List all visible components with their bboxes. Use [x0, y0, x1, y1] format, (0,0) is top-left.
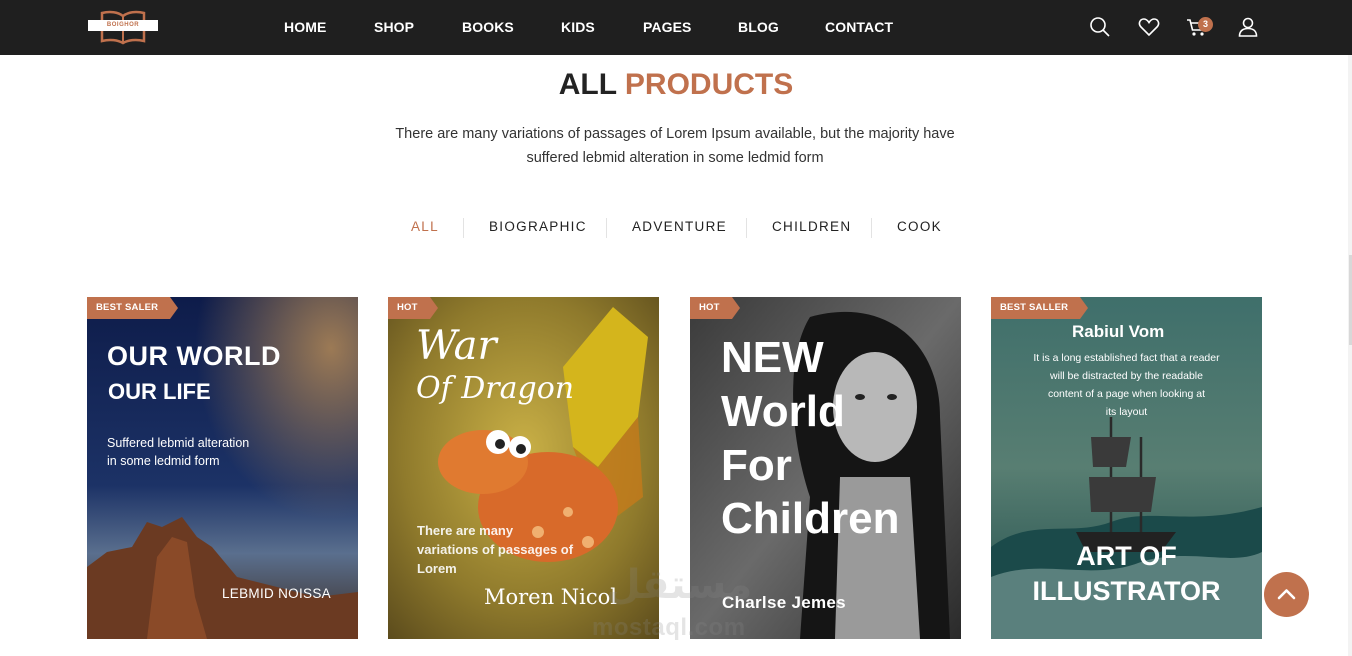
filter-adventure[interactable]: ADVENTURE	[632, 219, 727, 234]
cover-title-line-1: ART OF	[1076, 541, 1177, 571]
cart-count-badge: 3	[1198, 17, 1213, 32]
product-badge: HOT	[388, 297, 438, 319]
logo-text: BOIGHOR	[88, 20, 158, 31]
top-navbar: BOIGHOR HOME SHOP BOOKS KIDS PAGES BLOG …	[0, 0, 1352, 55]
section-title-main: ALL	[558, 68, 617, 101]
watermark-arabic: مستقل	[606, 562, 753, 608]
cover-title-line-2: World	[721, 387, 845, 436]
cover-title-line-3: For	[721, 441, 792, 490]
cover-title-line-1: OUR WORLD	[107, 341, 281, 371]
cover-title-line-2: Of Dragon	[416, 371, 575, 406]
description-line-2: suffered lebmid alteration in some ledmi…	[526, 150, 824, 166]
watermark-latin: mostaql.com	[592, 614, 746, 641]
product-badge: HOT	[690, 297, 740, 319]
filter-divider	[746, 218, 747, 238]
product-badge: BEST SALER	[87, 297, 179, 319]
cover-title-line-1: War	[416, 323, 497, 369]
filter-cook[interactable]: COOK	[897, 219, 942, 234]
cover-subtitle-line-2: variations of passages of	[417, 542, 574, 557]
cover-blurb-line-2: will be distracted by the readable	[1050, 370, 1203, 382]
site-logo[interactable]: BOIGHOR	[88, 9, 158, 45]
cover-blurb-line-4: its layout	[1105, 406, 1148, 418]
section-description: There are many variations of passages of…	[360, 122, 990, 170]
nav-blog[interactable]: BLOG	[738, 19, 779, 35]
cover-title-line-2: ILLUSTRATOR	[1032, 576, 1221, 606]
section-title-accent: PRODUCTS	[624, 68, 794, 101]
cover-author: LEBMID NOISSA	[222, 586, 331, 601]
nav-shop[interactable]: SHOP	[374, 19, 414, 35]
mostaql-watermark: مستقل mostaql.com	[586, 562, 786, 642]
filter-divider	[871, 218, 872, 238]
cover-blurb-line-1: It is a long established fact that a rea…	[1033, 352, 1220, 364]
cover-subtitle-line-1: Suffered lebmid alteration	[107, 436, 250, 450]
cover-title-line-1: NEW	[721, 333, 824, 382]
nav-home[interactable]: HOME	[284, 19, 326, 35]
filter-divider	[463, 218, 464, 238]
product-badge: BEST SALLER	[991, 297, 1089, 319]
scroll-to-top-button[interactable]	[1264, 572, 1309, 617]
cover-subtitle-line-1: There are many	[417, 523, 514, 538]
user-icon[interactable]	[1237, 16, 1259, 38]
cover-subtitle-line-2: in some ledmid form	[107, 454, 220, 468]
description-line-1: There are many variations of passages of…	[395, 126, 955, 142]
chevron-up-icon	[1277, 589, 1296, 600]
nav-contact[interactable]: CONTACT	[825, 19, 893, 35]
cover-title-line-2: OUR LIFE	[108, 379, 211, 404]
filter-children[interactable]: CHILDREN	[772, 219, 851, 234]
page-scrollbar[interactable]	[1348, 55, 1352, 656]
cover-title-line-4: Children	[721, 494, 900, 543]
product-card-our-world[interactable]: BEST SALER OUR WORLD OUR LIFE Suffered l…	[87, 297, 358, 639]
heart-icon[interactable]	[1138, 16, 1160, 38]
filter-biographic[interactable]: BIOGRAPHIC	[489, 219, 587, 234]
search-icon[interactable]	[1089, 16, 1111, 38]
cover-author: Rabiul Vom	[1072, 322, 1165, 341]
nav-pages[interactable]: PAGES	[643, 19, 691, 35]
filter-divider	[606, 218, 607, 238]
cover-blurb-line-3: content of a page when looking at	[1047, 388, 1206, 400]
filter-all[interactable]: ALL	[411, 219, 439, 234]
nav-books[interactable]: BOOKS	[462, 19, 514, 35]
nav-kids[interactable]: KIDS	[561, 19, 595, 35]
product-card-art-of-illustrator[interactable]: BEST SALLER Rabiul Vom It is a long esta…	[991, 297, 1262, 639]
cover-subtitle-line-3: Lorem	[417, 561, 457, 576]
section-title: ALL PRODUCTS	[0, 68, 1352, 102]
